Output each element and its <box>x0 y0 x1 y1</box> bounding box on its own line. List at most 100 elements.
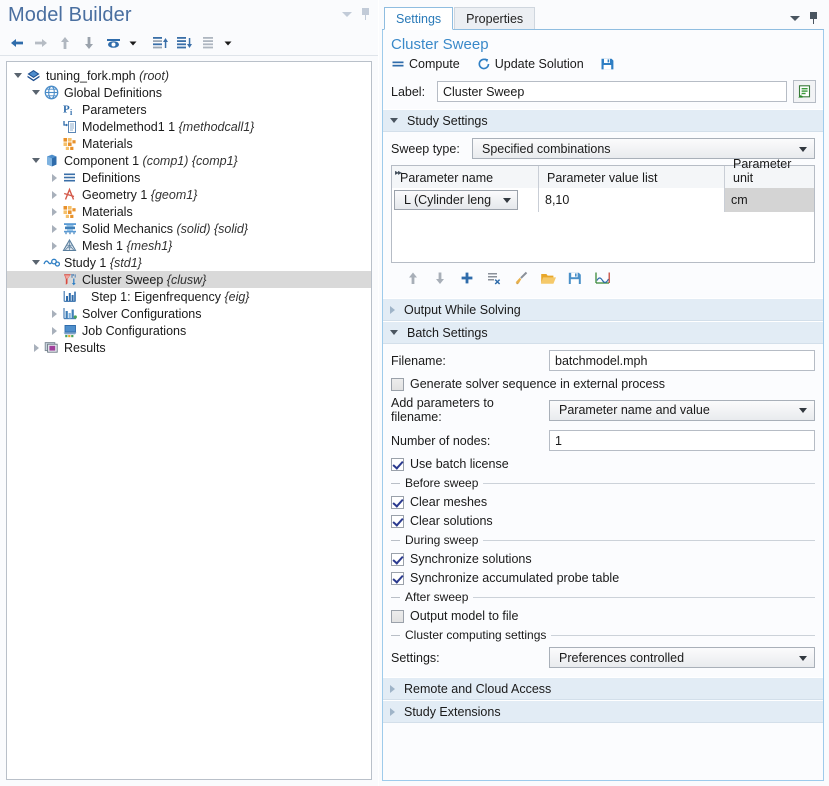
clear-solutions-checkbox[interactable] <box>391 515 404 528</box>
collapse-all-icon[interactable] <box>173 32 195 54</box>
update-solution-button[interactable]: Update Solution <box>477 57 584 71</box>
generate-solver-sequence-row[interactable]: Generate solver sequence in external pro… <box>391 377 815 391</box>
tree-item-definitions[interactable]: Definitions <box>7 169 371 186</box>
cell-parameter-value-list[interactable]: 8,10 <box>539 188 725 212</box>
section-header-batch-settings[interactable]: Batch Settings <box>383 321 823 344</box>
twisty-open-icon[interactable] <box>29 260 43 265</box>
rename-icon <box>797 84 812 99</box>
move-row-down-icon[interactable] <box>428 268 452 288</box>
show-hide-dropdown-icon[interactable] <box>126 32 140 54</box>
twisty-closed-icon[interactable] <box>47 174 61 182</box>
go-back-icon[interactable] <box>6 32 28 54</box>
settings-menu-icon[interactable] <box>790 16 800 21</box>
column-header-parameter-value-list[interactable]: Parameter value list <box>539 166 725 188</box>
list-options-dropdown-icon[interactable] <box>221 32 235 54</box>
cluster-settings-select[interactable]: Preferences controlled <box>549 647 815 668</box>
model-tree-scroll[interactable]: tuning_fork.mph (root) Globa <box>6 61 372 780</box>
section-header-study-settings[interactable]: Study Settings <box>383 109 823 132</box>
compute-button[interactable]: Compute <box>391 57 460 71</box>
clear-meshes-row[interactable]: Clear meshes <box>391 495 815 509</box>
tab-settings[interactable]: Settings <box>384 7 453 30</box>
use-batch-license-checkbox[interactable] <box>391 458 404 471</box>
delete-row-icon[interactable] <box>482 268 506 288</box>
section-header-output-while-solving[interactable]: Output While Solving <box>383 298 823 321</box>
clear-meshes-checkbox[interactable] <box>391 496 404 509</box>
label-field-label: Label: <box>391 85 431 99</box>
tree-item-solver-configurations[interactable]: Solver Configurations <box>7 305 371 322</box>
twisty-closed-icon[interactable] <box>47 327 61 335</box>
tree-item-component-1[interactable]: Component 1 (comp1) {comp1} <box>7 152 371 169</box>
tree-item-parameters[interactable]: P i Parameters <box>7 101 371 118</box>
chevron-right-icon <box>390 708 395 716</box>
twisty-closed-icon[interactable] <box>47 208 61 216</box>
sweep-type-value: Specified combinations <box>482 142 611 156</box>
clear-solutions-row[interactable]: Clear solutions <box>391 514 815 528</box>
panel-pin-icon[interactable] <box>361 8 370 20</box>
section-header-study-extensions[interactable]: Study Extensions <box>383 700 823 723</box>
move-row-up-icon[interactable] <box>401 268 425 288</box>
table-empty-area[interactable] <box>392 212 814 262</box>
tree-item-modelmethod1[interactable]: Modelmethod1 1 {methodcall1} <box>7 118 371 135</box>
plot-table-icon[interactable] <box>590 268 614 288</box>
tree-item-step-1-eigenfrequency[interactable]: Step 1: Eigenfrequency {eig} <box>7 288 371 305</box>
tree-item-materials-global[interactable]: Materials <box>7 135 371 152</box>
tree-item-tuning-fork-mph[interactable]: tuning_fork.mph (root) <box>7 67 371 84</box>
section-header-remote-and-cloud-access[interactable]: Remote and Cloud Access <box>383 677 823 700</box>
tree-item-global-definitions[interactable]: Global Definitions <box>7 84 371 101</box>
twisty-closed-icon[interactable] <box>47 191 61 199</box>
twisty-open-icon[interactable] <box>11 73 25 78</box>
filename-input[interactable]: batchmodel.mph <box>549 350 815 371</box>
table-row[interactable]: L (Cylinder leng 8,10 cm <box>392 188 814 212</box>
load-from-file-icon[interactable] <box>536 268 560 288</box>
generate-solver-sequence-checkbox[interactable] <box>391 378 404 391</box>
sweep-type-select[interactable]: Specified combinations <box>472 138 815 159</box>
twisty-closed-icon[interactable] <box>47 225 61 233</box>
parameter-table-toolbar <box>391 263 815 291</box>
twisty-closed-icon[interactable] <box>47 242 61 250</box>
tree-item-study-1[interactable]: Study 1 {std1} <box>7 254 371 271</box>
expand-all-icon[interactable] <box>149 32 171 54</box>
add-row-icon[interactable] <box>455 268 479 288</box>
tree-item-solid-mechanics[interactable]: Solid Mechanics (solid) {solid} <box>7 220 371 237</box>
output-model-to-file-row[interactable]: Output model to file <box>391 609 815 623</box>
show-hide-icon[interactable] <box>102 32 124 54</box>
cluster-settings-value: Preferences controlled <box>559 651 684 665</box>
tree-item-results[interactable]: Results <box>7 339 371 356</box>
panel-menu-icon[interactable] <box>342 12 352 17</box>
tree-item-materials-comp[interactable]: Materials <box>7 203 371 220</box>
number-of-nodes-input[interactable]: 1 <box>549 430 815 451</box>
list-options-icon[interactable] <box>197 32 219 54</box>
move-down-icon[interactable] <box>78 32 100 54</box>
twisty-closed-icon[interactable] <box>47 310 61 318</box>
output-model-to-file-checkbox[interactable] <box>391 610 404 623</box>
save-to-file-icon[interactable] <box>563 268 587 288</box>
synchronize-probe-table-checkbox[interactable] <box>391 572 404 585</box>
go-forward-icon[interactable] <box>30 32 52 54</box>
results-icon <box>43 340 60 356</box>
use-batch-license-row[interactable]: Use batch license <box>391 457 815 471</box>
add-parameters-select[interactable]: Parameter name and value <box>549 400 815 421</box>
synchronize-solutions-row[interactable]: Synchronize solutions <box>391 552 815 566</box>
clear-table-icon[interactable] <box>509 268 533 288</box>
tree-item-cluster-sweep[interactable]: Pi Cluster Sweep {clusw} <box>7 271 371 288</box>
twisty-open-icon[interactable] <box>29 90 43 95</box>
label-input[interactable]: Cluster Sweep <box>437 81 787 102</box>
parameter-table[interactable]: ▸▸ Parameter name Parameter value list P… <box>391 165 815 263</box>
cell-parameter-name[interactable]: L (Cylinder leng <box>392 188 539 212</box>
tree-item-job-configurations[interactable]: Job Configurations <box>7 322 371 339</box>
rename-button[interactable] <box>793 80 816 103</box>
save-button[interactable] <box>600 57 615 71</box>
column-header-parameter-unit[interactable]: Parameter unit <box>725 166 814 188</box>
parameter-name-select[interactable]: L (Cylinder leng <box>394 190 518 210</box>
move-up-icon[interactable] <box>54 32 76 54</box>
synchronize-solutions-checkbox[interactable] <box>391 553 404 566</box>
tab-properties[interactable]: Properties <box>454 7 535 29</box>
settings-pin-icon[interactable] <box>809 12 818 24</box>
tree-item-geometry-1[interactable]: Geometry 1 {geom1} <box>7 186 371 203</box>
settings-panel-controls <box>790 12 818 24</box>
tree-item-mesh-1[interactable]: Mesh 1 {mesh1} <box>7 237 371 254</box>
synchronize-probe-table-row[interactable]: Synchronize accumulated probe table <box>391 571 815 585</box>
twisty-closed-icon[interactable] <box>29 344 43 352</box>
column-header-parameter-name[interactable]: ▸▸ Parameter name <box>392 166 539 188</box>
twisty-open-icon[interactable] <box>29 158 43 163</box>
